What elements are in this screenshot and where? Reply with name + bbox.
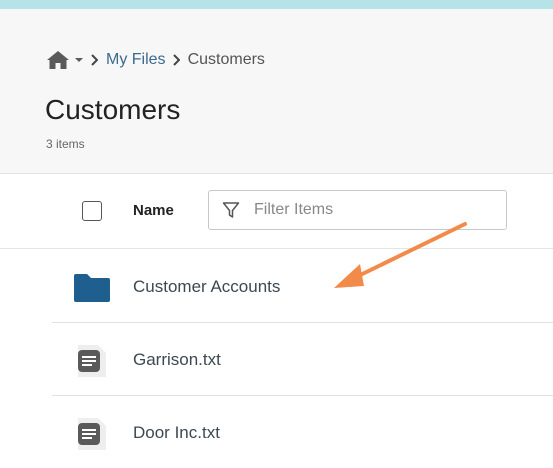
file-name: Door Inc.txt	[133, 423, 220, 442]
page-title: Customers	[45, 94, 181, 125]
breadcrumb-current-customers: Customers	[187, 51, 265, 68]
filter-icon	[222, 201, 240, 219]
chevron-right-icon	[172, 54, 180, 66]
chevron-right-icon	[90, 54, 98, 66]
breadcrumb-link-my-files[interactable]: My Files	[106, 51, 166, 69]
filter-box	[208, 190, 507, 230]
file-name: Customer Accounts	[133, 277, 281, 296]
text-file-icon	[72, 418, 112, 450]
folder-icon	[72, 272, 112, 304]
list-item-customer-accounts[interactable]: Customer Accounts	[52, 250, 553, 323]
breadcrumb: My Files Customers	[46, 47, 265, 73]
caret-down-icon	[74, 56, 84, 64]
file-list: Customer Accounts Garrison.txt Door Inc.…	[52, 250, 553, 468]
home-menu-button[interactable]	[46, 50, 84, 70]
file-name: Garrison.txt	[133, 350, 221, 369]
text-file-icon	[72, 345, 112, 377]
home-icon	[46, 50, 70, 70]
header-panel: My Files Customers Customers 3 items	[0, 9, 553, 174]
item-count: 3 items	[46, 137, 85, 151]
top-accent-bar	[0, 0, 553, 9]
list-item-garrison[interactable]: Garrison.txt	[52, 323, 553, 396]
list-item-door-inc[interactable]: Door Inc.txt	[52, 396, 553, 468]
filter-items-input[interactable]	[252, 200, 476, 220]
list-toolbar: Name	[0, 174, 553, 249]
select-all-checkbox[interactable]	[82, 201, 102, 221]
name-column-header[interactable]: Name	[133, 202, 174, 219]
